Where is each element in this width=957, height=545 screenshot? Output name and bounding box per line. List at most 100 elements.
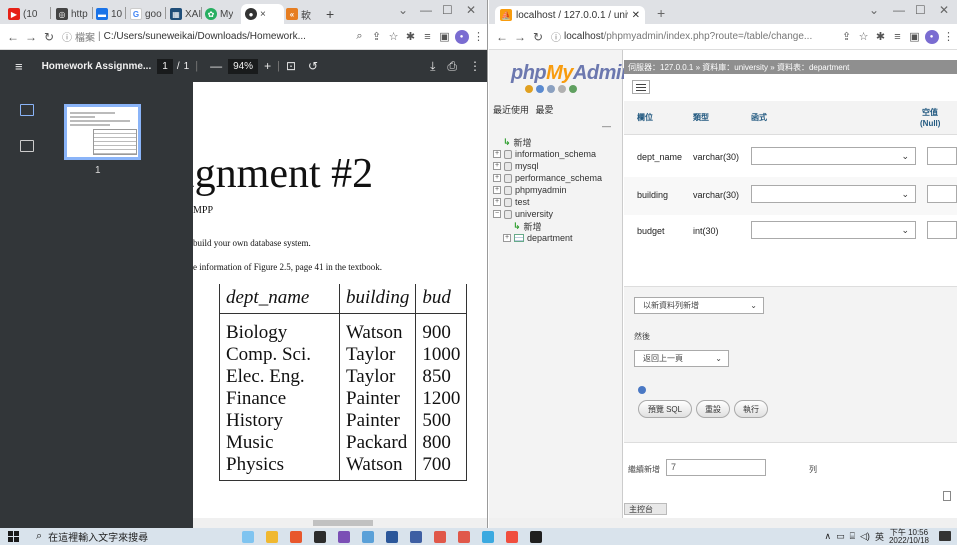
reset-button[interactable]: 重設 <box>696 400 730 418</box>
phpmyadmin-logo[interactable]: phpMyAdmin <box>511 62 633 85</box>
page-thumbnail[interactable] <box>64 104 141 160</box>
tree-item-department[interactable]: + department <box>493 232 602 244</box>
taskbar-app-icon[interactable] <box>338 530 351 543</box>
zoom-icon[interactable]: ⌕ <box>351 30 368 43</box>
tab-10[interactable]: ▬ 10 <box>96 4 122 24</box>
function-select[interactable]: ⌄ <box>751 221 916 239</box>
tab-phpmyadmin[interactable]: ⛵ localhost / 127.0.0.1 / universit ✕ <box>495 6 645 24</box>
recent-link[interactable]: 最近使用 <box>493 105 529 115</box>
extensions-icon[interactable]: ✱ <box>402 30 419 43</box>
page-settings-icon[interactable] <box>943 491 951 501</box>
rotate-icon[interactable]: ↺ <box>302 59 324 73</box>
value-input[interactable] <box>927 221 957 239</box>
settings-icon[interactable] <box>558 85 566 93</box>
taskbar-app-icon[interactable] <box>506 530 519 543</box>
right-address-bar[interactable]: ⓘ localhost/phpmyadmin/index.php?route=/… <box>547 28 838 46</box>
tray-overflow-icon[interactable]: ∧ <box>825 531 832 542</box>
outline-icon[interactable] <box>20 140 34 152</box>
pdf-more-icon[interactable]: ⋮ <box>463 59 487 73</box>
close-window-icon[interactable]: ✕ <box>466 3 476 17</box>
taskbar-app-icon[interactable] <box>410 530 423 543</box>
favorites-link[interactable]: 最愛 <box>536 105 554 115</box>
execute-button[interactable]: 執行 <box>734 400 768 418</box>
reload-icon[interactable]: ↻ <box>529 30 547 44</box>
new-tab-button[interactable]: + <box>326 4 334 24</box>
after-insert-select[interactable]: 返回上一頁 ⌄ <box>634 350 729 367</box>
value-input[interactable] <box>927 185 957 203</box>
taskbar-app-icon[interactable] <box>314 530 327 543</box>
side-panel-icon[interactable]: ▣ <box>906 30 923 43</box>
console-bar[interactable]: 主控台 <box>624 503 667 515</box>
network-icon[interactable]: ⌸ <box>850 531 855 542</box>
tree-item-information-schema[interactable]: + information_schema <box>493 148 602 160</box>
share-icon[interactable]: ⇪ <box>838 30 855 43</box>
profile-avatar[interactable]: ● <box>923 29 940 44</box>
share-icon[interactable]: ⇪ <box>368 30 385 43</box>
tab-google[interactable]: Ggoo <box>130 4 162 24</box>
close-window-icon[interactable]: ✕ <box>939 3 949 17</box>
tab-software[interactable]: «軟 <box>286 4 311 24</box>
tree-item-performance-schema[interactable]: + performance_schema <box>493 172 602 184</box>
input-language[interactable]: 英 <box>875 530 884 543</box>
reading-list-icon[interactable]: ≡ <box>889 31 906 43</box>
continue-insert-count[interactable]: 7 <box>666 459 766 476</box>
reload-icon[interactable]: ↻ <box>40 30 58 44</box>
tree-item-new-table[interactable]: ↳ 新增 <box>493 220 602 232</box>
tab-close-icon[interactable]: ✕ <box>632 10 640 21</box>
back-icon[interactable]: ← <box>493 30 511 44</box>
pdf-horizontal-scrollbar[interactable] <box>193 518 487 528</box>
docs-icon[interactable] <box>547 85 555 93</box>
tab-active-github[interactable]: ● × <box>241 4 284 24</box>
zoom-out-button[interactable]: — <box>204 59 228 73</box>
bookmark-star-icon[interactable]: ☆ <box>385 30 402 43</box>
tab-http[interactable]: ◎ http <box>56 4 88 24</box>
insert-mode-select[interactable]: 以新資料列新增 ⌄ <box>634 297 764 314</box>
taskbar-app-icon[interactable] <box>266 530 279 543</box>
tree-item-new[interactable]: ↳ 新增 <box>493 136 602 148</box>
page-number-field[interactable]: 1 <box>157 58 173 74</box>
home-icon[interactable] <box>525 85 533 93</box>
reading-list-icon[interactable]: ≡ <box>419 31 436 43</box>
new-tab-button[interactable]: + <box>657 5 665 21</box>
help-icon[interactable] <box>638 386 646 394</box>
taskbar-app-icon[interactable] <box>242 530 255 543</box>
hamburger-menu-icon[interactable]: ≡ <box>8 59 30 74</box>
print-icon[interactable]: ⎙ <box>441 59 463 74</box>
maximize-icon[interactable]: ☐ <box>915 3 926 17</box>
function-select[interactable]: ⌄ <box>751 147 916 165</box>
thumbnails-icon[interactable] <box>20 104 34 116</box>
taskbar-app-icon[interactable] <box>386 530 399 543</box>
search-icon[interactable]: ⌕ <box>36 530 42 543</box>
taskbar-app-icon[interactable] <box>362 530 375 543</box>
minimize-icon[interactable]: — <box>420 3 432 17</box>
forward-icon[interactable]: → <box>22 30 40 44</box>
tab-close-icon[interactable]: × <box>260 9 266 20</box>
reload-nav-icon[interactable] <box>569 85 577 93</box>
menu-toggle-icon[interactable] <box>632 80 650 94</box>
taskbar-app-icon[interactable] <box>458 530 471 543</box>
tab-search-icon[interactable]: ⌄ <box>398 3 408 17</box>
extensions-icon[interactable]: ✱ <box>872 30 889 43</box>
clock[interactable]: 下午 10:56 2022/10/18 <box>889 528 929 545</box>
left-address-bar[interactable]: ⓘ 檔案 | C:/Users/suneweikai/Downloads/Hom… <box>58 28 351 46</box>
battery-icon[interactable]: ▭ <box>836 531 845 542</box>
side-panel-icon[interactable]: ▣ <box>436 30 453 43</box>
forward-icon[interactable]: → <box>511 30 529 44</box>
volume-icon[interactable]: ◁) <box>860 531 870 542</box>
maximize-icon[interactable]: ☐ <box>442 3 453 17</box>
pma-horizontal-scrollbar[interactable] <box>489 518 957 528</box>
tab-my[interactable]: ✿ My <box>205 4 233 24</box>
collapse-tree-icon[interactable]: — <box>602 121 611 131</box>
tree-item-university[interactable]: − university <box>493 208 602 220</box>
kebab-menu-icon[interactable]: ⋮ <box>940 30 957 43</box>
fit-page-icon[interactable]: ⊡ <box>280 59 302 73</box>
windows-start-icon[interactable] <box>8 531 26 542</box>
kebab-menu-icon[interactable]: ⋮ <box>470 30 487 43</box>
zoom-field[interactable]: 94% <box>228 58 259 74</box>
tree-item-test[interactable]: + test <box>493 196 602 208</box>
breadcrumb[interactable]: 伺服器：127.0.0.1 » 資料庫：university » 資料表：dep… <box>624 60 957 74</box>
download-icon[interactable]: ⤓ <box>424 59 441 74</box>
taskbar-app-icon[interactable] <box>290 530 303 543</box>
value-input[interactable] <box>927 147 957 165</box>
preview-sql-button[interactable]: 預覽 SQL <box>638 400 692 418</box>
